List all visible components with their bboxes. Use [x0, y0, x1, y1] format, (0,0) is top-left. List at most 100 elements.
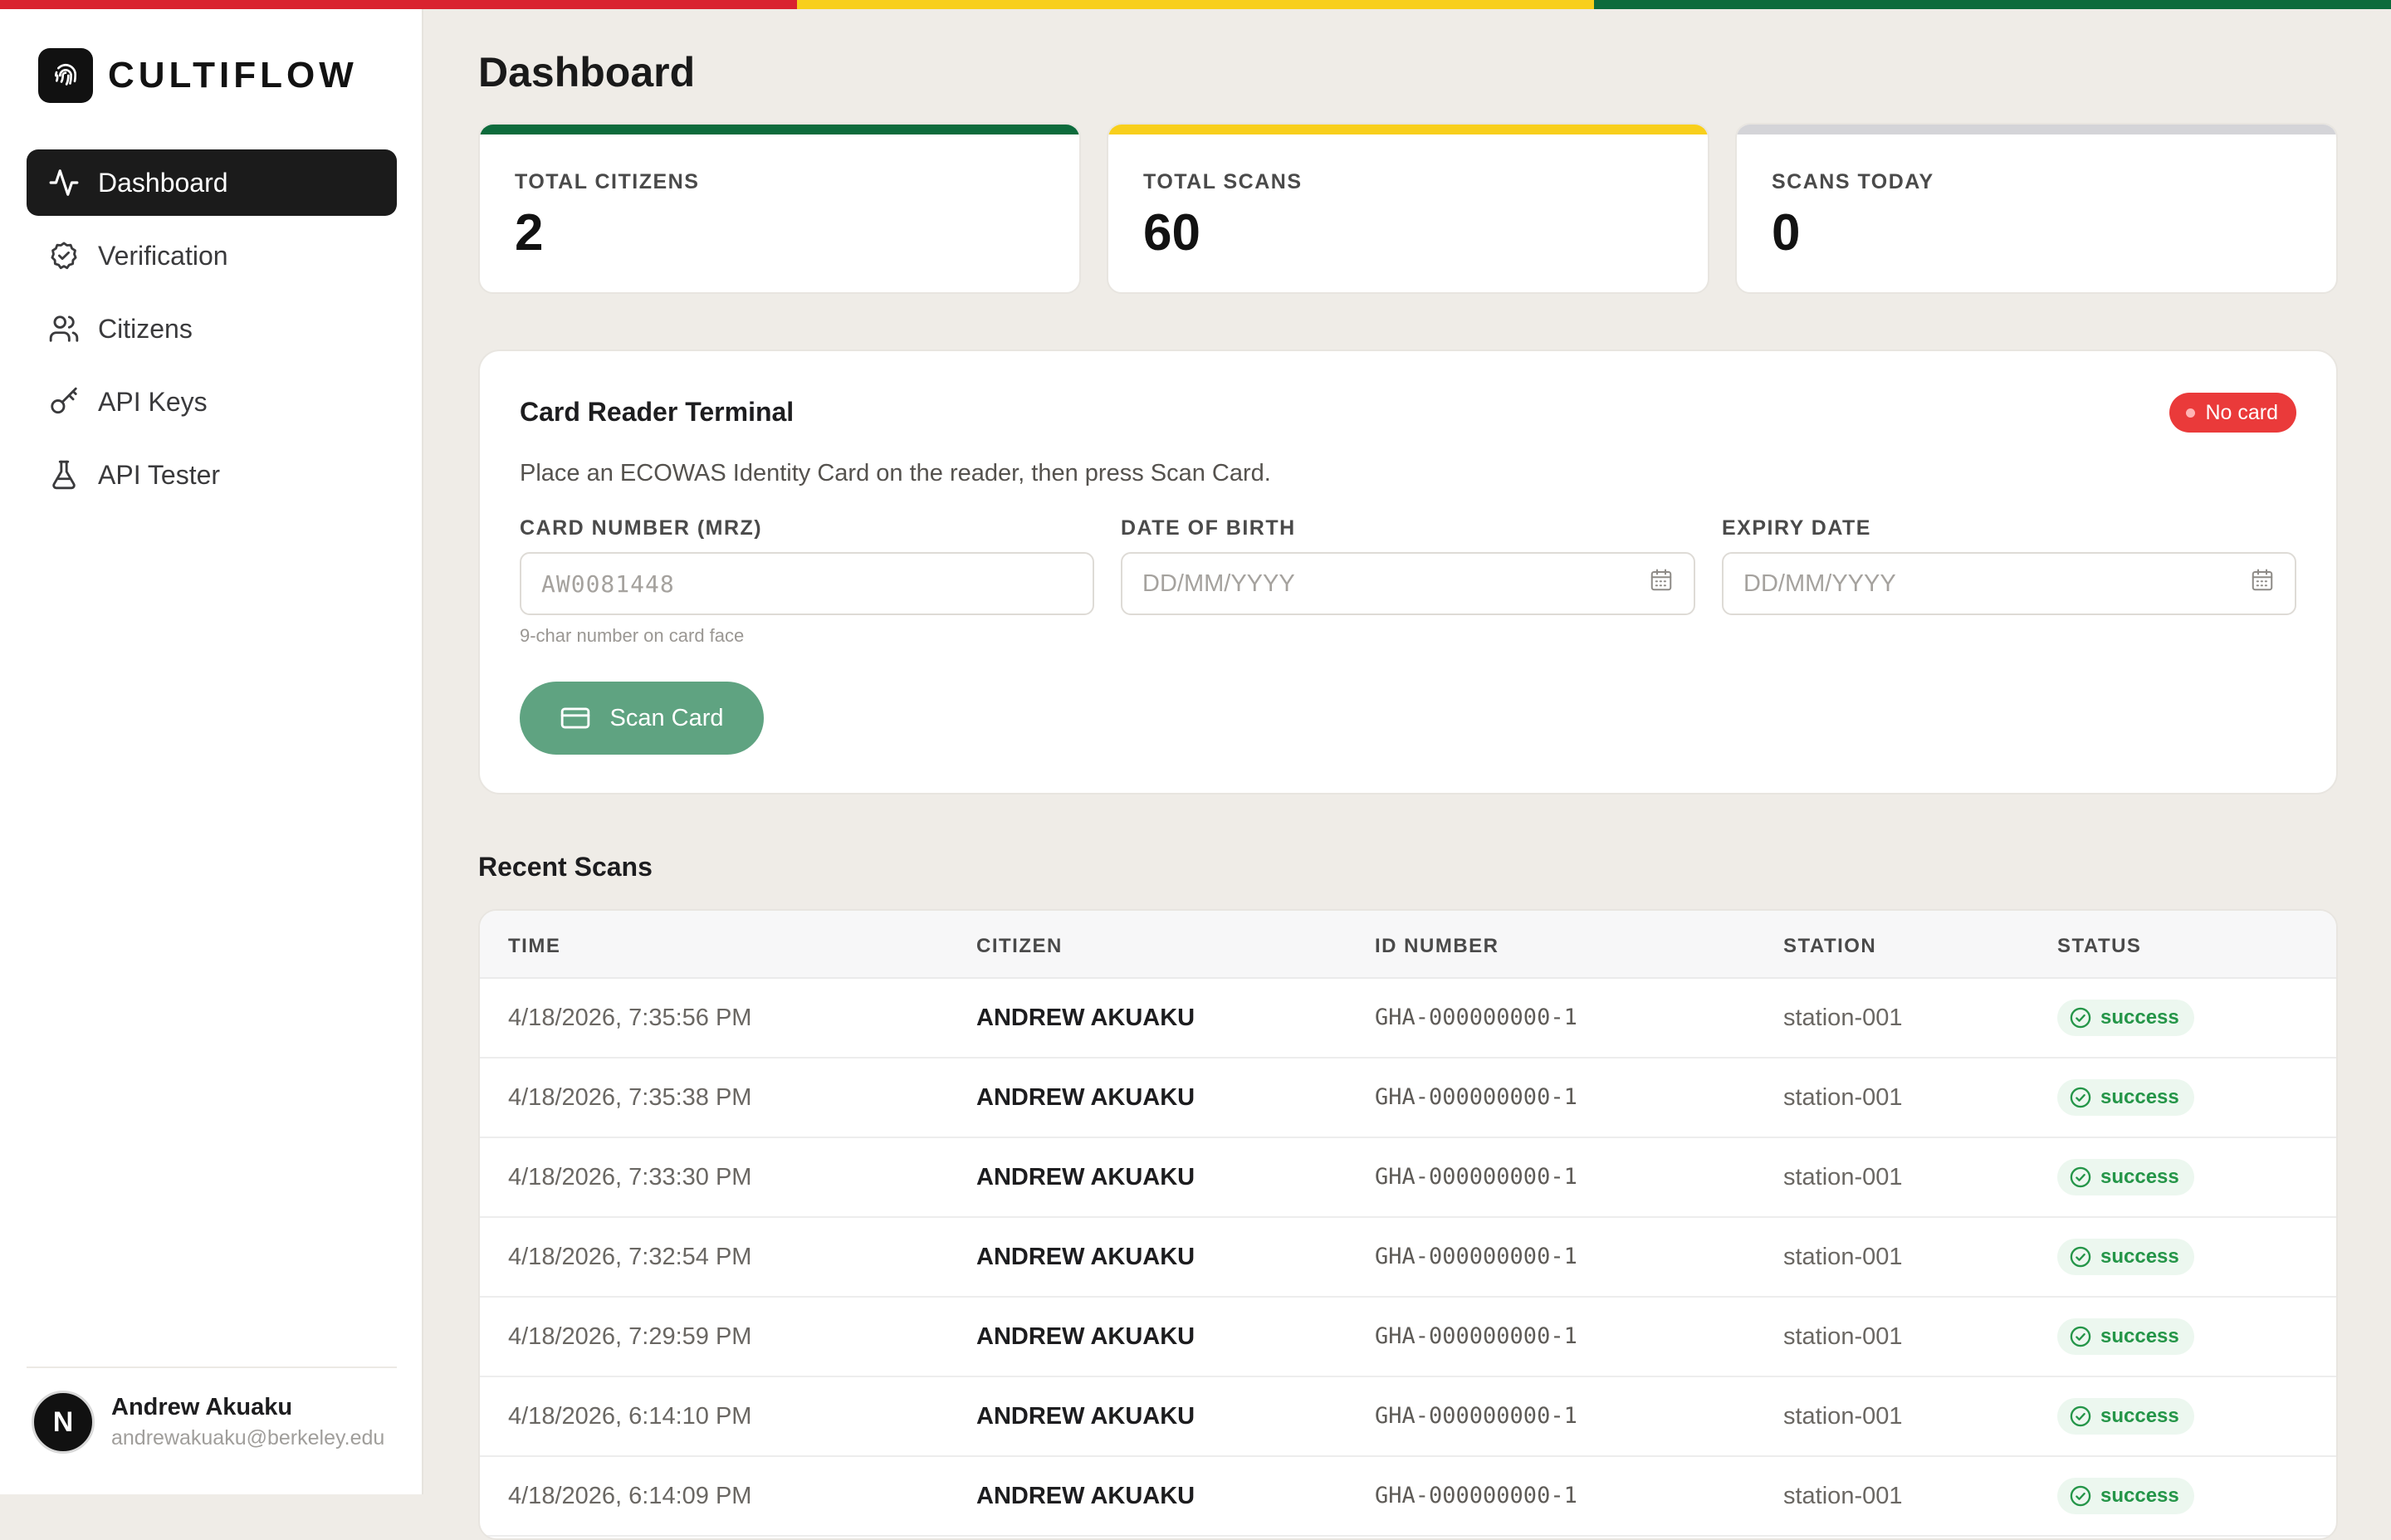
sidebar-item-label: Verification [98, 240, 228, 271]
calendar-icon[interactable] [2250, 568, 2275, 599]
card-reader-terminal: Card Reader Terminal No card Place an EC… [478, 350, 2338, 794]
stat-accent [1108, 125, 1708, 134]
divider [27, 1366, 397, 1368]
avatar: N [32, 1391, 95, 1454]
fingerprint-icon [38, 48, 93, 103]
stat-label: TOTAL CITIZENS [515, 170, 700, 193]
calendar-icon[interactable] [1649, 568, 1674, 599]
badge-check-icon [46, 238, 81, 273]
cell-citizen: ANDREW AKUAKU [976, 1244, 1196, 1270]
status-label: success [2100, 1325, 2179, 1347]
input-placeholder: AW0081448 [541, 570, 675, 598]
status-badge: success [2057, 1159, 2194, 1195]
cell-id-number: GHA-000000000-1 [1375, 1323, 1577, 1349]
table-header: TIME CITIZEN ID NUMBER STATION STATUS [480, 911, 2336, 979]
stat-value: 60 [1143, 204, 1200, 262]
check-circle-icon [2069, 1484, 2092, 1508]
users-icon [46, 311, 81, 346]
status-label: success [2100, 1006, 2179, 1029]
scan-card-label: Scan Card [609, 704, 724, 731]
field-hint: 9-char number on card face [520, 625, 745, 646]
status-badge: success [2057, 1318, 2194, 1355]
stat-card-scans-today: SCANS TODAY 0 [1735, 123, 2338, 294]
check-circle-icon [2069, 1405, 2092, 1428]
cell-time: 4/18/2026, 7:35:38 PM [508, 1084, 752, 1111]
check-circle-icon [2069, 1325, 2092, 1348]
cell-id-number: GHA-000000000-1 [1375, 1244, 1577, 1269]
input-placeholder: DD/MM/YYYY [1142, 570, 1295, 597]
cell-station: station-001 [1783, 1084, 1903, 1111]
table-row[interactable]: 4/18/2026, 7:35:38 PM ANDREW AKUAKU GHA-00… [480, 1058, 2336, 1138]
stat-value: 2 [515, 204, 544, 262]
scan-card-button[interactable]: Scan Card [520, 682, 764, 755]
cell-citizen: ANDREW AKUAKU [976, 1323, 1196, 1350]
user-name: Andrew Akuaku [111, 1394, 293, 1420]
table-row[interactable]: 4/18/2026, 6:14:10 PM ANDREW AKUAKU GHA-00… [480, 1377, 2336, 1457]
status-label: success [2100, 1405, 2179, 1427]
sidebar-item-label: API Tester [98, 459, 221, 490]
check-circle-icon [2069, 1086, 2092, 1109]
status-dot-icon [2186, 408, 2196, 418]
sidebar-item-dashboard[interactable]: Dashboard [27, 149, 397, 216]
date-of-birth-input[interactable]: DD/MM/YYYY [1121, 552, 1695, 615]
sidebar: CULTIFLOW Dashboard Verification Citizen… [0, 9, 423, 1494]
column-header-id-number: ID NUMBER [1375, 935, 1499, 957]
recent-scans-title: Recent Scans [478, 852, 653, 882]
card-number-input[interactable]: AW0081448 [520, 552, 1094, 615]
cell-time: 4/18/2026, 7:32:54 PM [508, 1244, 752, 1270]
sidebar-item-api-tester[interactable]: API Tester [27, 442, 397, 508]
terminal-description: Place an ECOWAS Identity Card on the rea… [520, 460, 1271, 486]
page-title: Dashboard [478, 49, 696, 95]
flag-stripe [0, 0, 2391, 9]
status-label: success [2100, 1086, 2179, 1108]
table-row[interactable]: 4/18/2026, 7:29:59 PM ANDREW AKUAKU GHA-00… [480, 1298, 2336, 1377]
flask-icon [46, 457, 81, 492]
table-row[interactable]: 4/18/2026, 7:35:56 PM ANDREW AKUAKU GHA-00… [480, 979, 2336, 1058]
sidebar-item-verification[interactable]: Verification [27, 222, 397, 289]
key-icon [46, 384, 81, 419]
recent-scans-table: TIME CITIZEN ID NUMBER STATION STATUS 4/… [478, 909, 2338, 1540]
stat-card-total-scans: TOTAL SCANS 60 [1107, 123, 1709, 294]
table-row[interactable]: 4/18/2026, 7:33:30 PM ANDREW AKUAKU GHA-00… [480, 1138, 2336, 1218]
cell-citizen: ANDREW AKUAKU [976, 1084, 1196, 1111]
sidebar-item-label: API Keys [98, 386, 208, 417]
cell-station: station-001 [1783, 1164, 1903, 1190]
brand[interactable]: CULTIFLOW [38, 48, 358, 103]
sidebar-item-label: Citizens [98, 313, 193, 344]
flag-stripe-yellow [797, 0, 1594, 9]
status-label: success [2100, 1166, 2179, 1188]
cell-citizen: ANDREW AKUAKU [976, 1403, 1196, 1430]
cell-station: station-001 [1783, 1403, 1903, 1430]
brand-name: CULTIFLOW [108, 55, 358, 95]
check-circle-icon [2069, 1006, 2092, 1029]
column-header-time: TIME [508, 935, 561, 957]
status-badge: No card [2169, 393, 2296, 433]
user-profile[interactable]: N Andrew Akuaku andrewakuaku@berkeley.ed… [32, 1391, 384, 1454]
flag-stripe-green [1594, 0, 2391, 9]
status-badge: success [2057, 1239, 2194, 1275]
stat-card-total-citizens: TOTAL CITIZENS 2 [478, 123, 1081, 294]
table-body: 4/18/2026, 7:35:56 PM ANDREW AKUAKU GHA-00… [480, 979, 2336, 1537]
terminal-title: Card Reader Terminal [520, 397, 795, 427]
user-email: andrewakuaku@berkeley.edu [111, 1426, 385, 1450]
activity-icon [46, 165, 81, 200]
sidebar-item-citizens[interactable]: Citizens [27, 296, 397, 362]
cell-id-number: GHA-000000000-1 [1375, 1403, 1577, 1429]
sidebar-item-label: Dashboard [98, 167, 228, 198]
status-label: success [2100, 1245, 2179, 1268]
cell-station: station-001 [1783, 1005, 1903, 1031]
flag-stripe-red [0, 0, 797, 9]
field-label: EXPIRY DATE [1722, 516, 1871, 540]
cell-station: station-001 [1783, 1323, 1903, 1350]
table-row[interactable]: 4/18/2026, 6:14:09 PM ANDREW AKUAKU GHA-00… [480, 1457, 2336, 1537]
column-header-citizen: CITIZEN [976, 935, 1063, 957]
status-badge: success [2057, 1079, 2194, 1116]
status-badge: success [2057, 1000, 2194, 1036]
check-circle-icon [2069, 1166, 2092, 1189]
table-row[interactable]: 4/18/2026, 7:32:54 PM ANDREW AKUAKU GHA-00… [480, 1218, 2336, 1298]
field-label: DATE OF BIRTH [1121, 516, 1296, 540]
cell-id-number: GHA-000000000-1 [1375, 1084, 1577, 1110]
sidebar-item-api-keys[interactable]: API Keys [27, 369, 397, 435]
expiry-date-input[interactable]: DD/MM/YYYY [1722, 552, 2296, 615]
status-label: success [2100, 1484, 2179, 1507]
